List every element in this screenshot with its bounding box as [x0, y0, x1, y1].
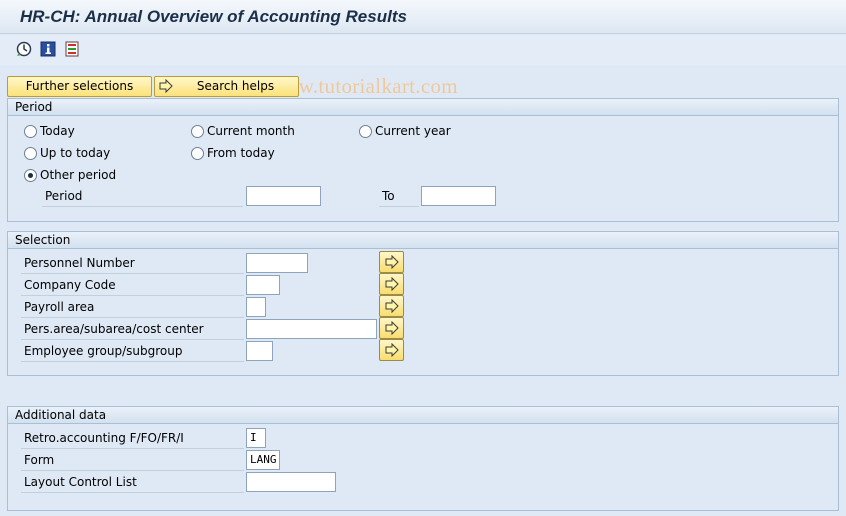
personnel-number-label: Personnel Number [21, 253, 244, 274]
layout-control-list-input[interactable] [246, 472, 336, 492]
personnel-number-input[interactable] [246, 253, 308, 273]
employee-group-multiple-selection-button[interactable] [379, 339, 404, 361]
additional-data-group-header: Additional data [8, 407, 838, 424]
additional-data-group: Additional data Retro.accounting F/FO/FR… [7, 406, 839, 511]
retro-accounting-label: Retro.accounting F/FO/FR/I [21, 428, 244, 449]
period-label-text: Period [45, 189, 83, 203]
employee-group-label-text: Employee group/subgroup [24, 344, 183, 358]
radio-up-to-today-label: Up to today [40, 146, 111, 160]
arrow-right-icon [385, 343, 399, 357]
radio-current-month-label: Current month [207, 124, 295, 138]
pers-area-input[interactable] [246, 319, 377, 339]
period-to-input[interactable] [421, 186, 496, 206]
payroll-area-label: Payroll area [21, 297, 244, 318]
period-to-label-text: To [382, 189, 395, 203]
period-from-input[interactable] [246, 186, 321, 206]
personnel-number-multiple-selection-button[interactable] [379, 251, 404, 273]
info-icon[interactable] [40, 41, 56, 57]
radio-circle [359, 125, 372, 138]
period-to-label: To [379, 186, 419, 207]
retro-accounting-input[interactable]: I [246, 428, 266, 448]
pers-area-label: Pers.area/subarea/cost center [21, 319, 244, 340]
employee-group-label: Employee group/subgroup [21, 341, 244, 362]
radio-circle [191, 125, 204, 138]
period-label: Period [42, 186, 243, 207]
selection-group-header: Selection [8, 232, 838, 249]
radio-circle [191, 147, 204, 160]
radio-circle [24, 125, 37, 138]
retro-accounting-label-text: Retro.accounting F/FO/FR/I [24, 431, 184, 445]
radio-today-label: Today [40, 124, 75, 138]
personnel-number-label-text: Personnel Number [24, 256, 135, 270]
radio-circle [24, 147, 37, 160]
period-group: Period Today Current month Current year … [7, 98, 839, 222]
radio-from-today-label: From today [207, 146, 275, 160]
further-selections-button[interactable]: Further selections [7, 76, 152, 97]
payroll-area-label-text: Payroll area [24, 300, 95, 314]
arrow-right-icon [385, 255, 399, 269]
execute-icon[interactable] [16, 41, 32, 57]
selection-options-icon[interactable] [64, 41, 80, 57]
arrow-right-icon [385, 277, 399, 291]
pers-area-label-text: Pers.area/subarea/cost center [24, 322, 204, 336]
employee-group-input[interactable] [246, 341, 273, 361]
radio-circle-selected [24, 169, 37, 182]
company-code-multiple-selection-button[interactable] [379, 273, 404, 295]
form-input[interactable]: LANG [246, 450, 280, 470]
layout-control-list-label: Layout Control List [21, 472, 244, 493]
radio-current-year-label: Current year [375, 124, 451, 138]
layout-control-list-label-text: Layout Control List [24, 475, 137, 489]
payroll-area-multiple-selection-button[interactable] [379, 295, 404, 317]
search-helps-button[interactable]: Search helps [154, 76, 299, 97]
application-toolbar: © www.tutorialkart.com [0, 35, 846, 98]
arrow-right-icon [385, 321, 399, 335]
company-code-label: Company Code [21, 275, 244, 296]
further-selections-label: Further selections [25, 79, 134, 93]
search-helps-label: Search helps [196, 79, 275, 93]
arrow-right-icon [385, 299, 399, 313]
form-label: Form [21, 450, 244, 471]
page-title: HR-CH: Annual Overview of Accounting Res… [20, 7, 407, 26]
form-label-text: Form [24, 453, 55, 467]
period-group-header: Period [8, 99, 838, 116]
payroll-area-input[interactable] [246, 297, 266, 317]
pers-area-multiple-selection-button[interactable] [379, 317, 404, 339]
arrow-right-icon [159, 78, 173, 94]
company-code-input[interactable] [246, 275, 280, 295]
title-bar: HR-CH: Annual Overview of Accounting Res… [0, 0, 846, 34]
radio-other-period-label: Other period [40, 168, 117, 182]
company-code-label-text: Company Code [24, 278, 116, 292]
selection-group: Selection Personnel Number Company Code … [7, 231, 839, 376]
